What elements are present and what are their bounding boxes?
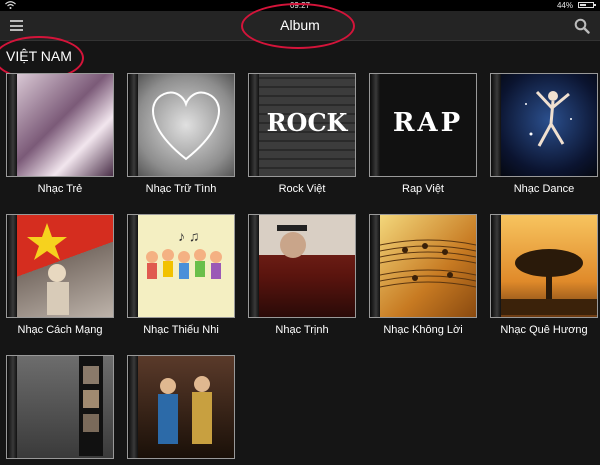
album-tile-row3-1[interactable] [6, 355, 114, 465]
album-label: Nhạc Trịnh [275, 324, 329, 336]
album-tile-nhac-tru-tinh[interactable]: Nhạc Trữ Tình [127, 73, 235, 195]
album-label: Nhạc Không Lời [383, 324, 463, 336]
album-label: Rock Việt [278, 183, 326, 195]
search-icon[interactable] [574, 18, 590, 34]
status-bar: 09:27 44% [0, 0, 600, 11]
album-tile-rap-viet[interactable]: RAP Rap Việt [369, 73, 477, 195]
album-label: Nhạc Trẻ [37, 183, 83, 195]
page-title: Album [280, 17, 320, 33]
svg-text:♪ ♫: ♪ ♫ [178, 228, 199, 244]
top-bar: Album [0, 11, 600, 41]
performers-icon [158, 376, 212, 444]
album-cover [6, 73, 114, 177]
album-tile-nhac-que-huong[interactable]: Nhạc Quê Hương [490, 214, 598, 336]
album-cover [6, 355, 114, 459]
album-tile-nhac-cach-mang[interactable]: Nhạc Cách Mạng [6, 214, 114, 336]
tree-icon [501, 249, 597, 315]
album-tile-nhac-khong-loi[interactable]: Nhạc Không Lời [369, 214, 477, 336]
album-cover [490, 73, 598, 177]
album-tile-nhac-thieu-nhi[interactable]: ♪ ♫ Nhạc Thiếu Nhi [127, 214, 235, 336]
status-time: 09:27 [289, 1, 311, 10]
album-tile-row3-2[interactable] [127, 355, 235, 465]
portrait-icon [259, 215, 355, 258]
album-cover [369, 214, 477, 318]
battery-percent: 44% [556, 1, 573, 10]
film-strip-icon [79, 356, 103, 456]
album-cover [248, 214, 356, 318]
album-cover: RAP [369, 73, 477, 177]
star-icon [27, 223, 69, 315]
dancer-icon [525, 90, 572, 147]
album-label: Rap Việt [402, 183, 444, 195]
album-cover: ROCK [248, 73, 356, 177]
album-cover [490, 214, 598, 318]
album-tile-nhac-trinh[interactable]: Nhạc Trịnh [248, 214, 356, 336]
album-cover [127, 73, 235, 177]
album-cover: ♪ ♫ [127, 214, 235, 318]
album-label: Nhạc Quê Hương [500, 324, 588, 336]
rap-art-text: RAP [392, 108, 464, 138]
album-label: Nhạc Dance [513, 183, 575, 195]
battery-icon [578, 2, 596, 8]
album-tile-nhac-tre[interactable]: Nhạc Trẻ [6, 73, 114, 195]
album-label: Nhạc Cách Mạng [17, 324, 103, 336]
album-label: Nhạc Trữ Tình [145, 183, 217, 195]
album-tile-nhac-dance[interactable]: Nhạc Dance [490, 73, 598, 195]
album-label: Nhạc Thiếu Nhi [143, 324, 219, 336]
album-cover [6, 214, 114, 318]
sheet-music-icon [379, 239, 476, 288]
section-title: VIỆT NAM [6, 48, 72, 64]
heart-icon [152, 91, 220, 161]
kids-icon: ♪ ♫ [146, 228, 222, 279]
album-tile-rock-viet[interactable]: ROCK Rock Việt [248, 73, 356, 195]
album-cover [127, 355, 235, 459]
rock-art-text: ROCK [266, 108, 348, 137]
